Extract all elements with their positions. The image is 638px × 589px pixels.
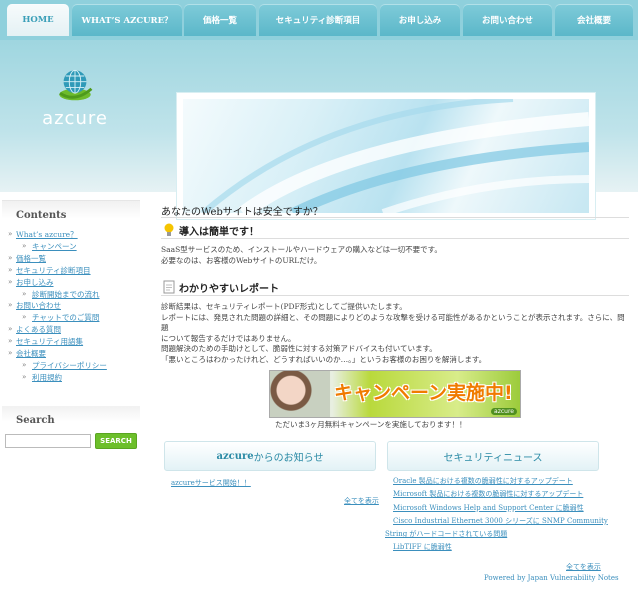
news-item-link[interactable]: azcureサービス開始！！	[171, 477, 251, 490]
wave-graphic	[201, 99, 589, 213]
tab-contact[interactable]: お問い合わせ	[463, 4, 552, 36]
tab-home[interactable]: HOME	[7, 4, 69, 36]
menu-item-terms[interactable]: 利用規約	[8, 372, 140, 384]
menu-item-apply[interactable]: お申し込み	[8, 277, 140, 289]
campaign-caption: ただいま3ヶ月無料キャンペーンを実施しております！！	[275, 420, 467, 429]
menu-link[interactable]: お申し込み	[16, 278, 54, 287]
menu-link[interactable]: 価格一覧	[16, 254, 46, 263]
campaign-photo	[270, 371, 330, 417]
menu-link[interactable]: 利用規約	[32, 373, 62, 382]
menu-item-faq[interactable]: よくある質問	[8, 324, 140, 336]
logo-text: azcure	[42, 108, 108, 129]
menu-item-flow[interactable]: 診断開始までの流れ	[8, 289, 140, 301]
azcure-news-show-all-link[interactable]: 全てを表示	[344, 496, 379, 506]
search-title: Search	[16, 415, 55, 426]
tab-price-list[interactable]: 価格一覧	[184, 4, 256, 36]
menu-link[interactable]: 会社概要	[16, 349, 46, 358]
security-news-item-link[interactable]: String がハードコードされている問題	[385, 528, 608, 541]
text-line: 必要なのは、お客様のWebサイトのURLだけ。	[161, 255, 322, 265]
security-news-list: Oracle 製品における複数の脆弱性に対するアップデート Microsoft …	[385, 475, 608, 555]
security-news-item-link[interactable]: Microsoft Windows Help and Support Cente…	[385, 502, 608, 515]
text-line: 診断結果は、セキュリティレポート(PDF形式)としてご提供いたします。	[161, 302, 407, 311]
contents-sidebar: Contents What’s azcure？ キャンペーン 価格一覧 セキュリ…	[2, 200, 140, 390]
tab-company[interactable]: 会社概要	[555, 4, 633, 36]
security-news-title: セキュリティニュース	[443, 452, 543, 464]
text-line: について報告するだけではありません。	[161, 333, 296, 343]
section-heading-text: わかりやすいレポート	[179, 284, 279, 295]
title-divider	[161, 217, 629, 218]
text-line: 問題解決のための手助けとして、脆弱性に対する対策アドバイスも付いています。	[161, 344, 437, 354]
text-line: レポートには、発見された問題の詳細と、その問題によりどのような攻撃を受ける可能性…	[161, 312, 625, 333]
tab-apply[interactable]: お申し込み	[380, 4, 460, 36]
menu-link[interactable]: よくある質問	[16, 325, 61, 334]
campaign-brand-badge: azcure	[491, 408, 517, 415]
menu-item-company[interactable]: 会社概要	[8, 348, 140, 360]
section-report-text: 診断結果は、セキュリティレポート(PDF形式)としてご提供いたします。 レポート…	[161, 302, 629, 366]
menu-link[interactable]: セキュリティ診断項目	[16, 266, 91, 275]
text-line: 「悪いところはわかったけれど、どうすればいいのか…。」というお客様のお困りを解消…	[161, 354, 487, 364]
security-news-show-all-link[interactable]: 全てを表示	[566, 562, 601, 572]
header-banner-image	[176, 92, 596, 220]
section-easy-setup-text: SaaS型サービスのため、インストールやハードウェアの購入などは一切不要です。 …	[161, 245, 629, 266]
security-news-header: セキュリティニュース	[387, 441, 599, 471]
document-icon	[163, 280, 175, 294]
menu-link[interactable]: チャットでのご質問	[32, 313, 99, 322]
page-title: あなたのWebサイトは安全ですか？	[161, 207, 323, 218]
menu-item-campaign[interactable]: キャンペーン	[8, 241, 140, 253]
search-sidebar: Search SEARCH	[2, 406, 140, 456]
menu-item-chat[interactable]: チャットでのご質問	[8, 312, 140, 324]
menu-link[interactable]: 診断開始までの流れ	[32, 290, 100, 299]
menu-link[interactable]: プライバシーポリシー	[32, 361, 107, 370]
menu-item-glossary[interactable]: セキュリティ用語集	[8, 336, 140, 348]
text-line: SaaS型サービスのため、インストールやハードウェアの購入などは一切不要です。	[161, 245, 442, 254]
menu-item-price-list[interactable]: 価格一覧	[8, 253, 140, 265]
security-news-item-link[interactable]: LibTIFF に脆弱性	[385, 541, 608, 554]
menu-link[interactable]: セキュリティ用語集	[16, 337, 83, 346]
tab-whats-azcure[interactable]: WHAT’S AZCURE？	[72, 4, 182, 36]
menu-item-security-items[interactable]: セキュリティ診断項目	[8, 265, 140, 277]
lightbulb-icon	[164, 223, 174, 236]
security-news-item-link[interactable]: Microsoft 製品における複数の脆弱性に対するアップデート	[385, 488, 608, 501]
contents-title: Contents	[16, 210, 67, 221]
azcure-news-header: azcure からのお知らせ	[164, 441, 376, 471]
news-title-rest: からのお知らせ	[253, 452, 324, 464]
menu-link[interactable]: What’s azcure？	[16, 230, 78, 239]
menu-link[interactable]: お問い合わせ	[16, 301, 61, 310]
tab-security-items[interactable]: セキュリティ診断項目	[259, 4, 377, 36]
section-report-heading: わかりやすいレポート	[161, 278, 629, 296]
search-button[interactable]: SEARCH	[95, 433, 137, 449]
menu-item-whats-azcure[interactable]: What’s azcure？	[8, 229, 140, 241]
security-news-item-link[interactable]: Cisco Industrial Ethernet 3000 シリーズに SNM…	[385, 515, 608, 528]
campaign-banner-text: キャンペーン実施中!	[334, 382, 513, 404]
section-easy-setup-heading: 導入は簡単です！	[161, 221, 629, 239]
powered-by-text: Powered by Japan Vulnerability Notes	[484, 574, 619, 582]
section-heading-text: 導入は簡単です！	[179, 227, 259, 238]
azcure-news-list: azcureサービス開始！！	[171, 477, 251, 490]
top-navigation: HOME WHAT’S AZCURE？ 価格一覧 セキュリティ診断項目 お申し込…	[0, 0, 638, 40]
search-input[interactable]	[5, 434, 91, 448]
security-news-item-link[interactable]: Oracle 製品における複数の脆弱性に対するアップデート	[385, 475, 608, 488]
menu-item-privacy[interactable]: プライバシーポリシー	[8, 360, 140, 372]
news-title-brand: azcure	[216, 450, 254, 462]
menu-link[interactable]: キャンペーン	[32, 242, 77, 251]
campaign-banner[interactable]: キャンペーン実施中! azcure	[269, 370, 521, 418]
contents-menu: What’s azcure？ キャンペーン 価格一覧 セキュリティ診断項目 お申…	[2, 225, 140, 384]
menu-item-contact[interactable]: お問い合わせ	[8, 300, 140, 312]
header: azcure	[0, 40, 638, 220]
